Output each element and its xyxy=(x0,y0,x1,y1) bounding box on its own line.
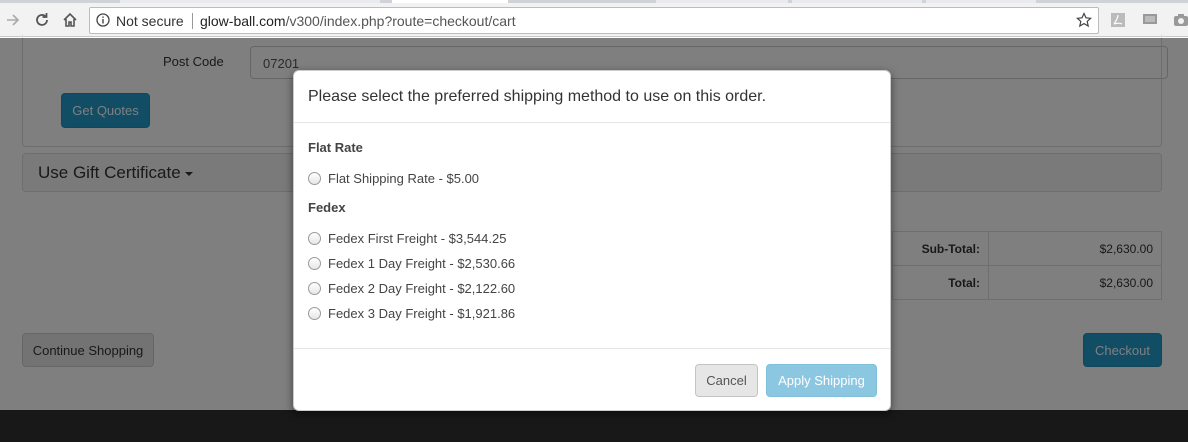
shipping-method-modal: Please select the preferred shipping met… xyxy=(293,70,891,411)
radio-button[interactable] xyxy=(308,231,321,245)
group-title-flat-rate: Flat Rate xyxy=(308,140,363,155)
url-host: glow-ball.com xyxy=(200,13,286,29)
reload-icon[interactable] xyxy=(31,9,53,31)
modal-header: Please select the preferred shipping met… xyxy=(294,71,890,123)
forward-icon[interactable] xyxy=(2,9,24,31)
divider xyxy=(192,13,193,29)
shipping-option-label[interactable]: Fedex 2 Day Freight - $2,122.60 xyxy=(328,281,515,296)
radio-button[interactable] xyxy=(308,256,321,270)
shipping-option-flat[interactable]: Flat Shipping Rate - $5.00 xyxy=(308,170,479,186)
url-path: /v300/index.php?route=checkout/cart xyxy=(285,13,516,29)
camera-extension-icon[interactable] xyxy=(1173,12,1188,28)
modal-body: Flat Rate Flat Shipping Rate - $5.00 Fed… xyxy=(294,123,890,348)
shipping-option-label[interactable]: Flat Shipping Rate - $5.00 xyxy=(328,171,479,186)
home-icon[interactable] xyxy=(59,9,81,31)
cancel-button[interactable]: Cancel xyxy=(695,364,758,397)
pdf-extension-icon[interactable] xyxy=(1110,12,1126,28)
modal-footer: Cancel Apply Shipping xyxy=(294,348,890,412)
shipping-option-label[interactable]: Fedex 3 Day Freight - $1,921.86 xyxy=(328,306,515,321)
url-text[interactable]: glow-ball.com/v300/index.php?route=check… xyxy=(200,13,516,29)
apply-shipping-button[interactable]: Apply Shipping xyxy=(766,364,877,397)
browser-toolbar: Not secure glow-ball.com/v300/index.php?… xyxy=(0,3,1188,37)
shipping-option-label[interactable]: Fedex 1 Day Freight - $2,530.66 xyxy=(328,256,515,271)
shipping-option-label[interactable]: Fedex First Freight - $3,544.25 xyxy=(328,231,506,246)
modal-title: Please select the preferred shipping met… xyxy=(308,88,767,105)
chat-extension-icon[interactable] xyxy=(1142,12,1158,28)
radio-button[interactable] xyxy=(308,306,321,320)
security-label[interactable]: Not secure xyxy=(116,13,184,29)
radio-button[interactable] xyxy=(308,281,321,295)
star-icon[interactable] xyxy=(1076,12,1092,28)
shipping-option-fedex-2day[interactable]: Fedex 2 Day Freight - $2,122.60 xyxy=(308,280,515,296)
shipping-option-fedex-first[interactable]: Fedex First Freight - $3,544.25 xyxy=(308,230,506,246)
shipping-option-fedex-3day[interactable]: Fedex 3 Day Freight - $1,921.86 xyxy=(308,305,515,321)
info-icon[interactable] xyxy=(96,13,110,27)
address-bar[interactable]: Not secure glow-ball.com/v300/index.php?… xyxy=(89,7,1099,34)
shipping-option-fedex-1day[interactable]: Fedex 1 Day Freight - $2,530.66 xyxy=(308,255,515,271)
group-title-fedex: Fedex xyxy=(308,200,346,215)
radio-button[interactable] xyxy=(308,171,321,185)
